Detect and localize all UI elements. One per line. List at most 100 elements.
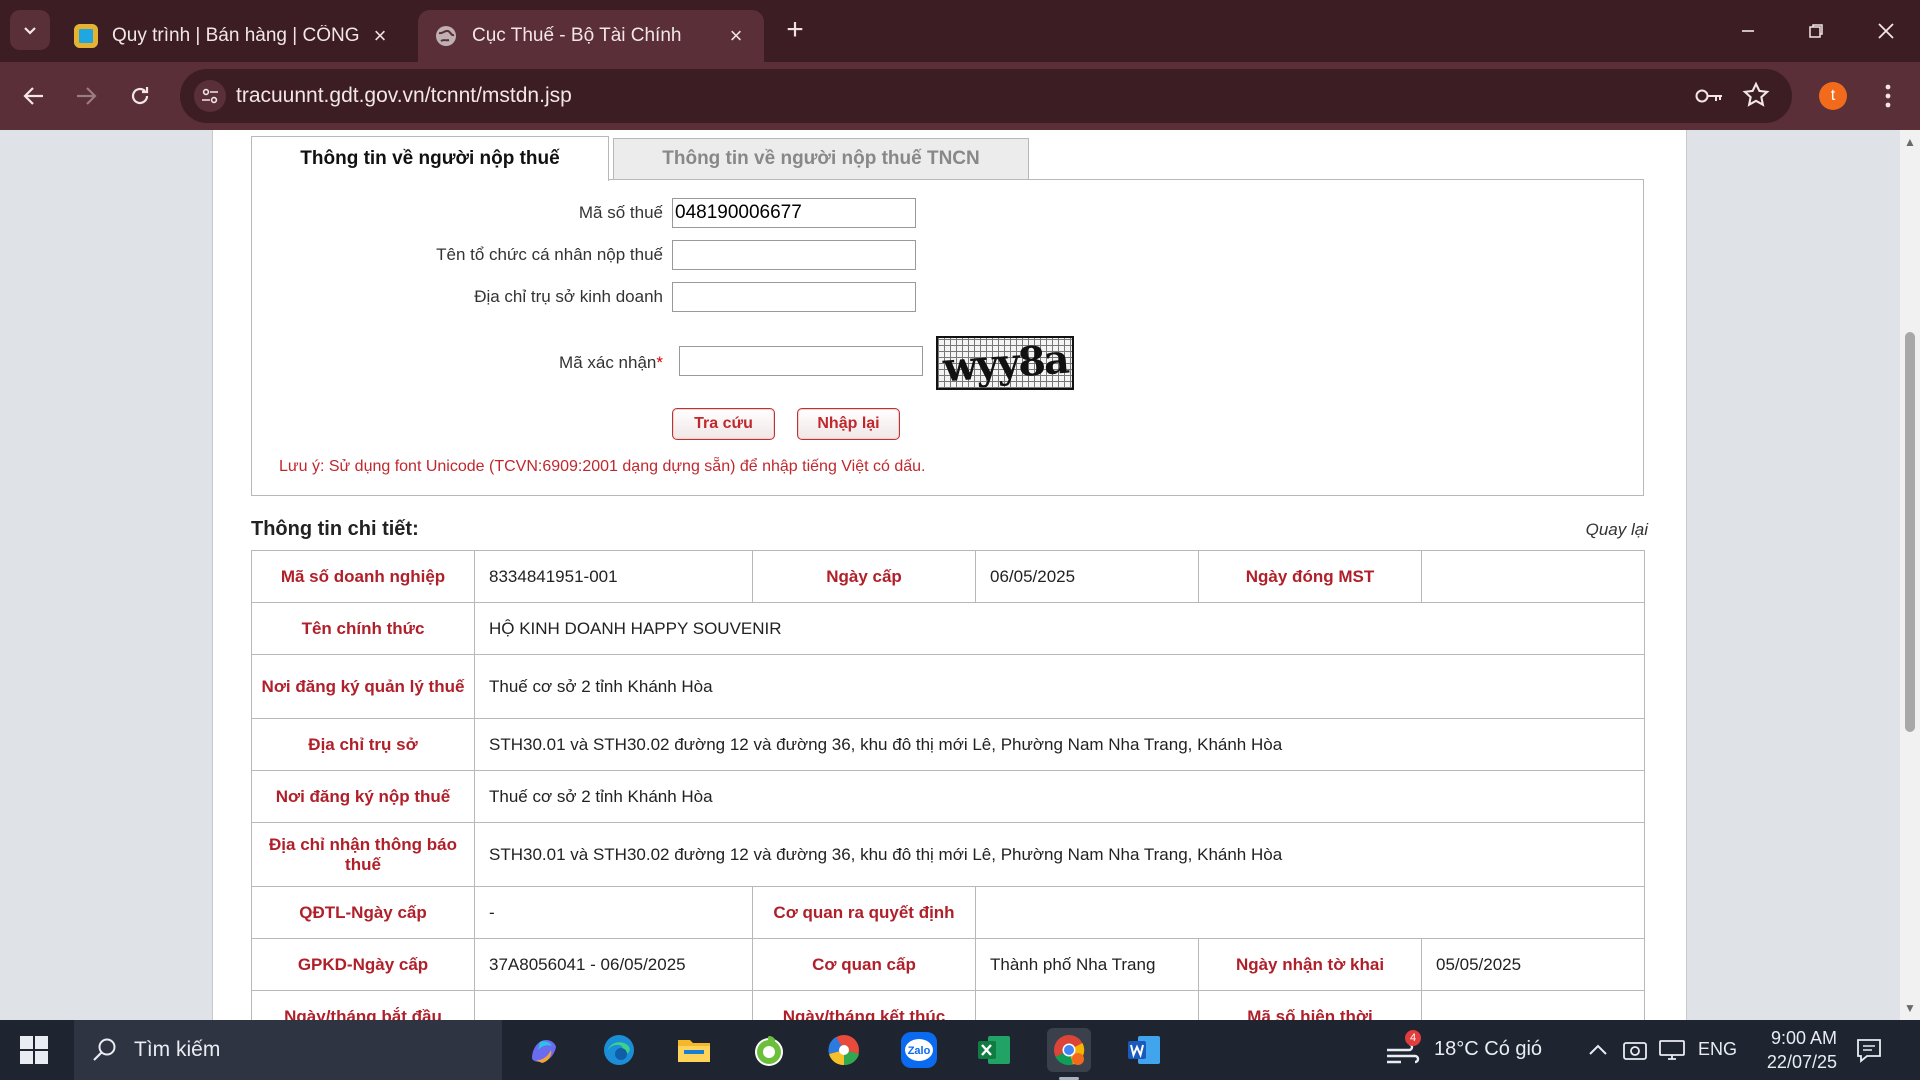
search-form: Mã số thuế Tên tổ chức cá nhân nộp thuế … <box>251 179 1644 496</box>
edge-icon[interactable] <box>597 1028 641 1072</box>
table-row: Địa chỉ trụ sở STH30.01 và STH30.02 đườn… <box>251 718 1645 771</box>
clock-time: 9:00 AM <box>1770 1028 1837 1048</box>
taxpayer-name-input[interactable] <box>672 240 916 270</box>
required-mark: * <box>656 353 663 372</box>
word-icon[interactable] <box>1122 1028 1166 1072</box>
reset-button[interactable]: Nhập lại <box>797 408 900 440</box>
detail-value: HỘ KINH DOANH HAPPY SOUVENIR <box>474 602 1645 655</box>
weather-wind-icon[interactable]: 4 <box>1385 1030 1423 1066</box>
scrollbar-thumb[interactable] <box>1905 332 1915 732</box>
detail-value: STH30.01 và STH30.02 đường 12 và đường 3… <box>474 822 1645 887</box>
captcha-row: Mã xác nhận* wyy8a <box>252 336 1643 392</box>
detail-label: Nơi đăng ký quản lý thuế <box>251 654 475 719</box>
language-indicator[interactable]: ENG <box>1698 1039 1737 1060</box>
network-icon[interactable] <box>1658 1038 1686 1067</box>
camera-icon[interactable] <box>1622 1038 1648 1067</box>
detail-section-title: Thông tin chi tiết: <box>251 518 419 540</box>
back-link[interactable]: Quay lại <box>1586 520 1648 540</box>
zalo-label: Zalo <box>908 1045 931 1057</box>
notification-icon[interactable] <box>1855 1036 1883 1064</box>
chevron-down-icon <box>24 27 36 35</box>
windows-start-icon[interactable] <box>20 1036 48 1064</box>
file-explorer-icon[interactable] <box>672 1028 716 1072</box>
arrow-left-icon <box>23 87 43 105</box>
weather-text[interactable]: 18°C Có gió <box>1434 1038 1542 1061</box>
globe-favicon-icon <box>434 24 458 48</box>
taskbar-search[interactable]: Tìm kiếm <box>74 1020 502 1080</box>
detail-label: Địa chỉ nhận thông báo thuế <box>251 822 475 887</box>
key-icon[interactable] <box>1694 82 1724 115</box>
new-tab-button[interactable]: + <box>778 14 812 48</box>
form-actions: Tra cứu Nhập lại <box>252 408 1643 440</box>
copilot-icon[interactable] <box>522 1028 566 1072</box>
detail-label: Ngày/tháng bắt đầu <box>251 990 475 1020</box>
tab-business-taxpayer[interactable]: Thông tin về người nộp thuế <box>251 136 609 181</box>
star-icon[interactable] <box>1742 81 1770 114</box>
detail-label: Ngày đóng MST <box>1198 550 1422 603</box>
tab-search-button[interactable] <box>10 10 50 50</box>
detail-label: Nơi đăng ký nộp thuế <box>251 770 475 823</box>
captcha-image: wyy8a <box>936 336 1074 390</box>
chevron-up-icon[interactable] <box>1587 1040 1609 1065</box>
tab-title: Cục Thuế - Bộ Tài Chính <box>472 25 682 46</box>
profile-avatar[interactable]: t <box>1819 82 1847 110</box>
detail-label: Cơ quan cấp <box>752 938 976 991</box>
business-address-row: Địa chỉ trụ sở kinh doanh <box>252 282 1643 312</box>
address-bar[interactable]: tracuunnt.gdt.gov.vn/tcnnt/mstdn.jsp <box>180 69 1792 123</box>
windows-taskbar: Tìm kiếm Zalo 4 18°C Có gió ENG 9:00 AM … <box>0 1020 1920 1080</box>
detail-value: Thuế cơ sở 2 tỉnh Khánh Hòa <box>474 654 1645 719</box>
reload-button[interactable] <box>120 76 160 116</box>
taxpayer-name-row: Tên tổ chức cá nhân nộp thuế <box>252 240 1643 270</box>
back-button[interactable] <box>14 76 54 116</box>
tab-personal-income-taxpayer[interactable]: Thông tin về người nộp thuế TNCN <box>613 138 1029 180</box>
chrome-alt-icon[interactable] <box>822 1028 866 1072</box>
browser-tab-tax[interactable]: Cục Thuế - Bộ Tài Chính × <box>418 10 764 62</box>
system-clock[interactable]: 9:00 AM 22/07/25 <box>1753 1026 1837 1074</box>
table-row: Ngày/tháng bắt đầu Ngày/tháng kết thúc M… <box>251 990 1645 1020</box>
detail-label: Ngày/tháng kết thúc <box>752 990 976 1020</box>
detail-label: Cơ quan ra quyết định <box>752 886 976 939</box>
table-row: Nơi đăng ký nộp thuế Thuế cơ sở 2 tỉnh K… <box>251 770 1645 823</box>
minimize-button[interactable] <box>1714 0 1782 62</box>
detail-label: GPKD-Ngày cấp <box>251 938 475 991</box>
browser-toolbar: tracuunnt.gdt.gov.vn/tcnnt/mstdn.jsp t <box>0 62 1920 130</box>
detail-value: 8334841951-001 <box>474 550 753 603</box>
business-address-input[interactable] <box>672 282 916 312</box>
close-tab-icon[interactable]: × <box>724 23 748 49</box>
forward-button[interactable] <box>66 76 106 116</box>
excel-icon[interactable] <box>972 1028 1016 1072</box>
detail-value: 05/05/2025 <box>1421 938 1645 991</box>
detail-value: - <box>474 886 753 939</box>
browser-tab-sales[interactable]: Quy trình | Bán hàng | CÔNG TY × <box>58 10 408 62</box>
captcha-label: Mã xác nhận* <box>559 353 663 373</box>
restore-button[interactable] <box>1782 0 1850 62</box>
search-button[interactable]: Tra cứu <box>672 408 775 440</box>
close-tab-icon[interactable]: × <box>368 23 392 49</box>
zalo-icon[interactable]: Zalo <box>897 1028 941 1072</box>
detail-label: Ngày cấp <box>752 550 976 603</box>
browser-tab-bar: Quy trình | Bán hàng | CÔNG TY × Cục Thu… <box>0 0 1920 62</box>
detail-label: Địa chỉ trụ sở <box>251 718 475 771</box>
captcha-label-text: Mã xác nhận <box>559 353 657 372</box>
captcha-text: wyy8a <box>941 336 1069 390</box>
chrome-icon[interactable] <box>1047 1028 1091 1080</box>
detail-label: Mã số hiện thời <box>1198 990 1422 1020</box>
close-window-button[interactable] <box>1852 0 1920 62</box>
table-row: QĐTL-Ngày cấp - Cơ quan ra quyết định <box>251 886 1645 939</box>
more-vertical-icon[interactable] <box>1878 80 1898 112</box>
page-scrollbar[interactable]: ▲ ▼ <box>1900 130 1920 1020</box>
url-text[interactable]: tracuunnt.gdt.gov.vn/tcnnt/mstdn.jsp <box>236 84 572 108</box>
scroll-down-icon[interactable]: ▼ <box>1904 1002 1916 1014</box>
table-row: Tên chính thức HỘ KINH DOANH HAPPY SOUVE… <box>251 602 1645 655</box>
table-row: GPKD-Ngày cấp 37A8056041 - 06/05/2025 Cơ… <box>251 938 1645 991</box>
detail-label: Ngày nhận tờ khai <box>1198 938 1422 991</box>
coccoc-icon[interactable] <box>747 1028 791 1072</box>
tax-code-input[interactable] <box>672 198 916 228</box>
page-container: Thông tin về người nộp thuế Thông tin về… <box>212 130 1687 1020</box>
page-viewport: Thông tin về người nộp thuế Thông tin về… <box>0 130 1900 1020</box>
site-info-icon[interactable] <box>194 80 226 112</box>
table-row: Nơi đăng ký quản lý thuế Thuế cơ sở 2 tỉ… <box>251 654 1645 719</box>
clock-date: 22/07/25 <box>1766 1052 1837 1072</box>
scroll-up-icon[interactable]: ▲ <box>1904 136 1916 148</box>
captcha-input[interactable] <box>679 346 923 376</box>
